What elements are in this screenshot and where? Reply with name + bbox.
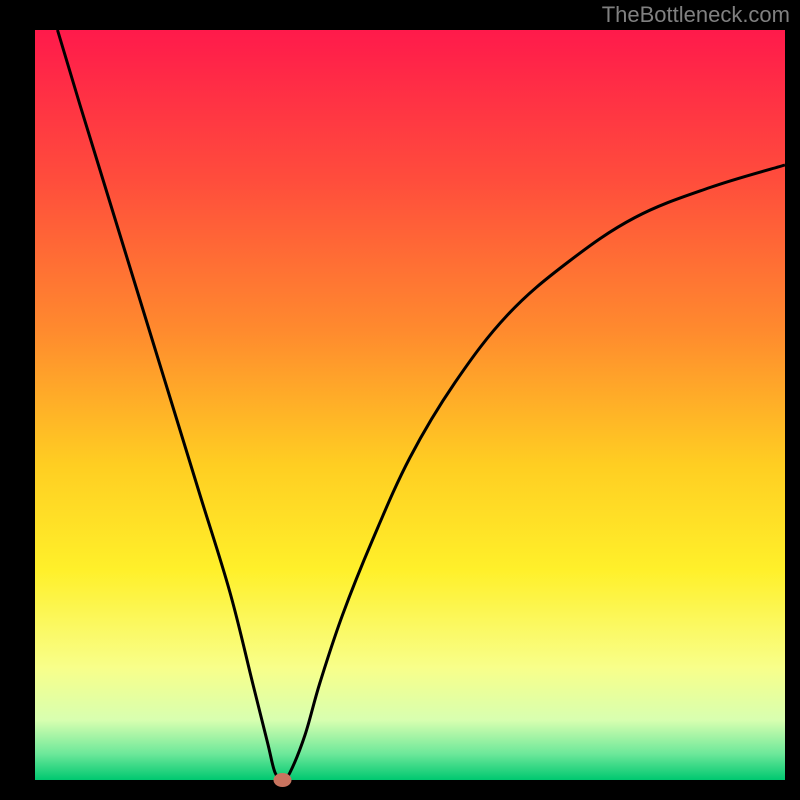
bottleneck-chart <box>0 0 800 800</box>
watermark-label: TheBottleneck.com <box>602 2 790 28</box>
optimal-point-marker <box>274 773 292 787</box>
plot-background <box>35 30 785 780</box>
chart-frame: TheBottleneck.com <box>0 0 800 800</box>
